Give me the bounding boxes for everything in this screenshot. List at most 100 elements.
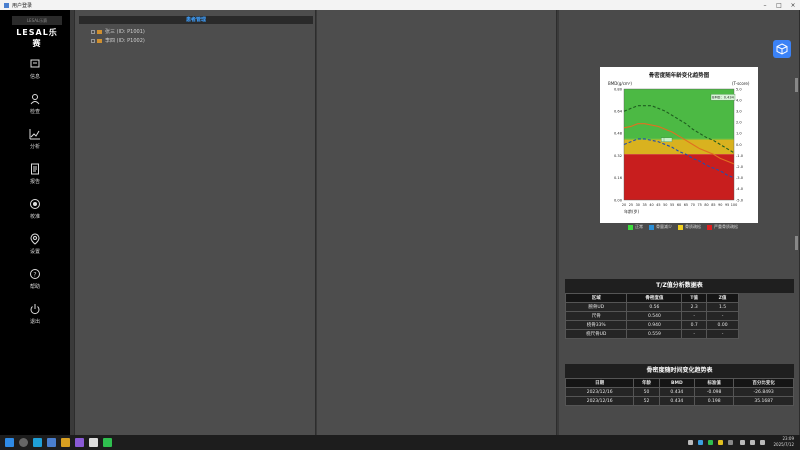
- help-icon: ?: [30, 269, 40, 279]
- table-cell: 0.198: [693, 396, 735, 406]
- column-header: 年龄: [633, 378, 660, 388]
- y2-tick-label: -2.0: [736, 165, 744, 169]
- sidebar-item-examine[interactable]: 检查: [0, 93, 70, 123]
- table-cell: -26.8493: [733, 387, 794, 397]
- legend-label: 严重骨质疏松: [714, 224, 738, 229]
- y2-tick-label: -5.0: [736, 198, 744, 202]
- start-icon[interactable]: [5, 438, 14, 447]
- y-tick-label: 0.16: [614, 176, 623, 180]
- x-tick-label: 35: [642, 203, 646, 207]
- patient-panel: 患者管理 张三 (ID: P1001) 李四 (ID: P1002): [74, 10, 316, 435]
- patient-row[interactable]: 李四 (ID: P1002): [91, 37, 145, 44]
- table-cell: -: [681, 311, 708, 321]
- tz-table: 区域 骨密度值 T值 Z值 腕骨UD 0.56 2.3 1.5 尺骨 0.540…: [564, 293, 739, 339]
- table-cell: 2023/12/16: [564, 387, 635, 397]
- sidebar-item-label: 信息: [29, 74, 40, 80]
- minimize-button[interactable]: –: [758, 2, 772, 9]
- x-tick-label: 60: [677, 203, 681, 207]
- legend-item: 骨量减少: [649, 224, 672, 230]
- table-row[interactable]: 尺骨 0.540 - -: [564, 311, 739, 321]
- visual-studio-icon[interactable]: [75, 438, 84, 447]
- sidebar-item-help[interactable]: ? 帮助: [0, 268, 70, 298]
- sidebar-item-exit[interactable]: 退出: [0, 303, 70, 333]
- sidebar-item-label: 设置: [29, 249, 40, 255]
- x-tick-label: 65: [684, 203, 688, 207]
- tray-app-icon[interactable]: [718, 440, 723, 445]
- table-row[interactable]: 2023/12/16 50 0.434 -0.098 -26.8493: [564, 387, 794, 397]
- table-cell: 桡骨33%: [564, 320, 628, 330]
- wifi-icon[interactable]: [740, 440, 745, 445]
- column-header: 骨密度值: [626, 293, 683, 303]
- app-window-icon[interactable]: [89, 438, 98, 447]
- table-cell: 0.540: [626, 311, 683, 321]
- patient-row[interactable]: 张三 (ID: P1001): [91, 28, 145, 35]
- table-cell: 50: [633, 387, 660, 397]
- table-row[interactable]: 2023/12/16 52 0.434 0.198 35.1687: [564, 396, 794, 406]
- folder-icon[interactable]: [61, 438, 70, 447]
- patient-name: 李四 (ID: P1002): [105, 38, 145, 44]
- table-cell: 0.434: [658, 387, 695, 397]
- close-button[interactable]: ×: [786, 2, 800, 9]
- column-header: 区域: [564, 293, 628, 303]
- wechat-icon[interactable]: [103, 438, 112, 447]
- zone-severe: [624, 154, 734, 200]
- explorer-icon[interactable]: [47, 438, 56, 447]
- assistant-button[interactable]: [773, 40, 791, 58]
- legend-label: 正常: [635, 224, 643, 229]
- expand-icon[interactable]: [91, 38, 95, 43]
- table-row[interactable]: 腕骨UD 0.56 2.3 1.5: [564, 302, 739, 312]
- sidebar-item-info[interactable]: 信息: [0, 58, 70, 88]
- x-tick-label: 20: [622, 203, 626, 207]
- table-cell: 2.3: [681, 302, 708, 312]
- scrollbar-thumb[interactable]: [795, 78, 798, 92]
- search-icon[interactable]: [19, 438, 28, 447]
- patient-panel-title: 患者管理: [79, 16, 313, 24]
- table-cell: 桡尺骨UD: [564, 329, 628, 339]
- sidebar-item-report[interactable]: 报告: [0, 163, 70, 193]
- scrollbar-thumb[interactable]: [795, 236, 798, 250]
- column-header: 标准值: [693, 378, 735, 388]
- table-row[interactable]: 桡尺骨UD 0.559 - -: [564, 329, 739, 339]
- annotation-text-0: BMD：0.434: [712, 96, 734, 100]
- sidebar-item-calibrate[interactable]: 校准: [0, 198, 70, 228]
- tray-wechat-icon[interactable]: [708, 440, 713, 445]
- x-tick-label: 55: [670, 203, 674, 207]
- sidebar-item-label: 检查: [29, 109, 40, 115]
- volume-icon[interactable]: [750, 440, 755, 445]
- patient-name: 张三 (ID: P1001): [105, 29, 145, 35]
- tray-settings-icon[interactable]: [728, 440, 733, 445]
- sidebar-item-analysis[interactable]: 分析: [0, 128, 70, 158]
- cloud-icon[interactable]: [698, 440, 703, 445]
- sidebar-item-label: 报告: [29, 179, 40, 185]
- table-row[interactable]: 桡骨33% 0.940 0.7 0.00: [564, 320, 739, 330]
- sidebar-item-settings[interactable]: 设置: [0, 233, 70, 263]
- table-cell: 52: [633, 396, 660, 406]
- tz-table-title: T/Z值分析数据表: [565, 279, 794, 293]
- expand-icon[interactable]: [91, 29, 95, 34]
- x-tick-label: 90: [718, 203, 722, 207]
- y-tick-label: 0.32: [614, 154, 622, 158]
- y2-tick-label: -1.0: [736, 154, 744, 158]
- x-tick-label: 50: [663, 203, 667, 207]
- chevron-up-icon[interactable]: [688, 440, 693, 445]
- x-axis-label: 年龄(岁): [624, 208, 640, 214]
- info-icon: [30, 59, 40, 68]
- table-cell: 0.7: [681, 320, 708, 330]
- table-cell: 0.434: [658, 396, 695, 406]
- logo-text: LESAL乐赛: [16, 28, 58, 48]
- image-panel: [317, 10, 557, 435]
- table-cell: -0.098: [693, 387, 735, 397]
- table-cell: -: [681, 329, 708, 339]
- column-header: T值: [681, 293, 708, 303]
- battery-icon[interactable]: [760, 440, 765, 445]
- clock-date: 2025/7/12: [773, 442, 794, 447]
- legend-label: 骨量减少: [656, 224, 672, 229]
- y-axis-label: BMD(g/cm²): [608, 81, 632, 86]
- legend-swatch: [649, 224, 654, 230]
- sidebar: LESAL乐赛 LESAL乐赛 信息 检查 分析 报告 校准 设置 ? 帮助 退…: [0, 10, 70, 435]
- y2-tick-label: 2.0: [736, 121, 742, 125]
- maximize-button[interactable]: □: [772, 2, 786, 9]
- edge-icon[interactable]: [33, 438, 42, 447]
- clock[interactable]: 23:09 2025/7/12: [773, 436, 794, 448]
- logo-badge: LESAL乐赛: [12, 16, 62, 25]
